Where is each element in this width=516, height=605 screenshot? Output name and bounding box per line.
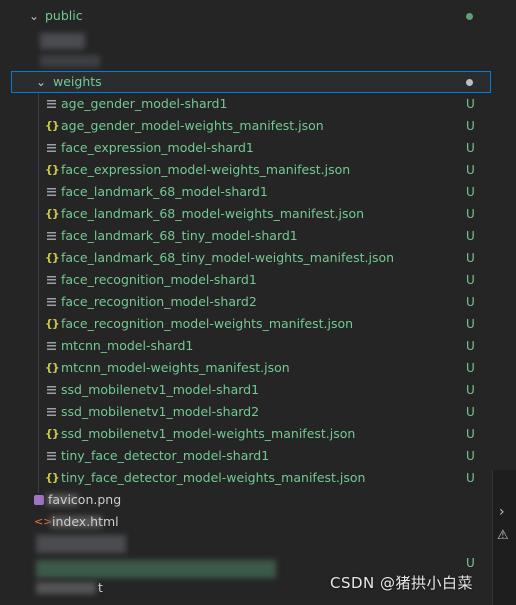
file-row[interactable]: age_gender_model-shard1 U bbox=[0, 93, 490, 115]
git-status-badge: U bbox=[466, 163, 475, 177]
chevron-down-icon: ⌄ bbox=[35, 75, 47, 89]
file-row[interactable]: {} face_recognition_model-weights_manifes… bbox=[0, 313, 490, 335]
file-lines-icon bbox=[45, 379, 57, 401]
file-row[interactable]: face_expression_model-shard1 U bbox=[0, 137, 490, 159]
file-lines-icon bbox=[45, 401, 57, 423]
git-status-badge: U bbox=[466, 471, 475, 485]
file-row[interactable]: <> index.html bbox=[0, 511, 490, 533]
chevron-right-icon[interactable]: › bbox=[499, 504, 505, 520]
file-lines-icon bbox=[45, 137, 57, 159]
file-row[interactable]: {} face_landmark_68_tiny_model-weights_ma… bbox=[0, 247, 490, 269]
file-name: face_expression_model-shard1 bbox=[61, 140, 254, 155]
image-icon bbox=[34, 495, 44, 505]
file-name: tiny_face_detector_model-shard1 bbox=[61, 448, 270, 463]
git-status-badge: U bbox=[466, 251, 475, 265]
chevron-down-icon: ⌄ bbox=[28, 9, 40, 23]
blurred-row bbox=[40, 55, 100, 67]
file-row[interactable]: {} mtcnn_model-weights_manifest.json U bbox=[0, 357, 490, 379]
file-lines-icon bbox=[45, 445, 57, 467]
file-name: face_landmark_68_tiny_model-shard1 bbox=[61, 228, 298, 243]
file-lines-icon bbox=[45, 335, 57, 357]
git-status-badge: U bbox=[466, 97, 475, 111]
file-name: face_recognition_model-shard2 bbox=[61, 294, 257, 309]
file-name: ssd_mobilenetv1_model-weights_manifest.j… bbox=[61, 426, 356, 441]
file-name: index.html bbox=[52, 514, 119, 529]
file-lines-icon bbox=[45, 269, 57, 291]
folder-public[interactable]: ⌄ public bbox=[0, 5, 490, 27]
git-status-badge: U bbox=[466, 207, 475, 221]
blurred-row bbox=[36, 535, 126, 553]
json-icon: {} bbox=[45, 251, 60, 264]
file-name: face_recognition_model-weights_manifest.… bbox=[61, 316, 354, 331]
json-icon: {} bbox=[45, 317, 60, 330]
file-row[interactable]: {} face_landmark_68_model-weights_manifes… bbox=[0, 203, 490, 225]
file-name: mtcnn_model-shard1 bbox=[61, 338, 194, 353]
file-name: age_gender_model-shard1 bbox=[61, 96, 228, 111]
git-status-badge: U bbox=[466, 141, 475, 155]
file-row[interactable]: face_recognition_model-shard2 U bbox=[0, 291, 490, 313]
blurred-row bbox=[36, 582, 96, 594]
folder-label: public bbox=[45, 8, 83, 23]
git-status-badge: U bbox=[466, 427, 475, 441]
file-row[interactable]: {} tiny_face_detector_model-weights_manif… bbox=[0, 467, 490, 489]
file-name: face_landmark_68_model-shard1 bbox=[61, 184, 268, 199]
file-row[interactable]: {} ssd_mobilenetv1_model-weights_manifest… bbox=[0, 423, 490, 445]
file-name: ssd_mobilenetv1_model-shard1 bbox=[61, 382, 260, 397]
json-icon: {} bbox=[45, 163, 60, 176]
file-lines-icon bbox=[45, 225, 57, 247]
git-status-badge: U bbox=[466, 317, 475, 331]
json-icon: {} bbox=[45, 207, 60, 220]
file-name: t bbox=[98, 580, 103, 595]
git-status-badge: U bbox=[466, 449, 475, 463]
file-name: favicon.png bbox=[48, 492, 122, 507]
git-status-badge: U bbox=[466, 229, 475, 243]
folder-label: weights bbox=[53, 74, 102, 89]
json-icon: {} bbox=[45, 361, 60, 374]
file-row[interactable]: favicon.png bbox=[0, 489, 490, 511]
git-status-badge: U bbox=[466, 339, 475, 353]
file-row[interactable]: ssd_mobilenetv1_model-shard2 U bbox=[0, 401, 490, 423]
file-name: face_landmark_68_model-weights_manifest.… bbox=[61, 206, 365, 221]
file-lines-icon bbox=[45, 181, 57, 203]
file-row[interactable]: face_landmark_68_tiny_model-shard1 U bbox=[0, 225, 490, 247]
file-name: face_recognition_model-shard1 bbox=[61, 272, 257, 287]
git-status-badge: U bbox=[466, 556, 475, 570]
git-status-badge: U bbox=[466, 273, 475, 287]
file-name: ssd_mobilenetv1_model-shard2 bbox=[61, 404, 260, 419]
git-status-dot bbox=[466, 79, 473, 86]
file-name: face_landmark_68_tiny_model-weights_mani… bbox=[61, 250, 395, 265]
json-icon: {} bbox=[45, 427, 60, 440]
file-lines-icon bbox=[45, 93, 57, 115]
file-name: mtcnn_model-weights_manifest.json bbox=[61, 360, 290, 375]
git-status-dot bbox=[466, 13, 473, 20]
git-status-badge: U bbox=[466, 185, 475, 199]
file-name: age_gender_model-weights_manifest.json bbox=[61, 118, 324, 133]
file-row[interactable]: tiny_face_detector_model-shard1 U bbox=[0, 445, 490, 467]
blurred-row bbox=[36, 560, 276, 578]
blurred-row bbox=[40, 33, 85, 49]
file-row[interactable]: {} face_expression_model-weights_manifest… bbox=[0, 159, 490, 181]
git-status-badge: U bbox=[466, 295, 475, 309]
file-row[interactable]: face_recognition_model-shard1 U bbox=[0, 269, 490, 291]
git-status-badge: U bbox=[466, 405, 475, 419]
file-row[interactable]: face_landmark_68_model-shard1 U bbox=[0, 181, 490, 203]
git-status-badge: U bbox=[466, 119, 475, 133]
json-icon: {} bbox=[45, 471, 60, 484]
side-panel: › ⚠ bbox=[492, 470, 516, 605]
warning-icon[interactable]: ⚠ bbox=[497, 528, 509, 543]
file-row[interactable]: ssd_mobilenetv1_model-shard1 U bbox=[0, 379, 490, 401]
json-icon: {} bbox=[45, 119, 60, 132]
git-status-badge: U bbox=[466, 383, 475, 397]
watermark-text: CSDN @猪拱小白菜 bbox=[330, 574, 474, 592]
file-row[interactable]: mtcnn_model-shard1 U bbox=[0, 335, 490, 357]
file-lines-icon bbox=[45, 291, 57, 313]
file-name: tiny_face_detector_model-weights_manifes… bbox=[61, 470, 366, 485]
folder-weights[interactable]: ⌄ weights bbox=[11, 71, 491, 93]
file-row[interactable]: {} age_gender_model-weights_manifest.json… bbox=[0, 115, 490, 137]
git-status-badge: U bbox=[466, 361, 475, 375]
file-name: face_expression_model-weights_manifest.j… bbox=[61, 162, 351, 177]
